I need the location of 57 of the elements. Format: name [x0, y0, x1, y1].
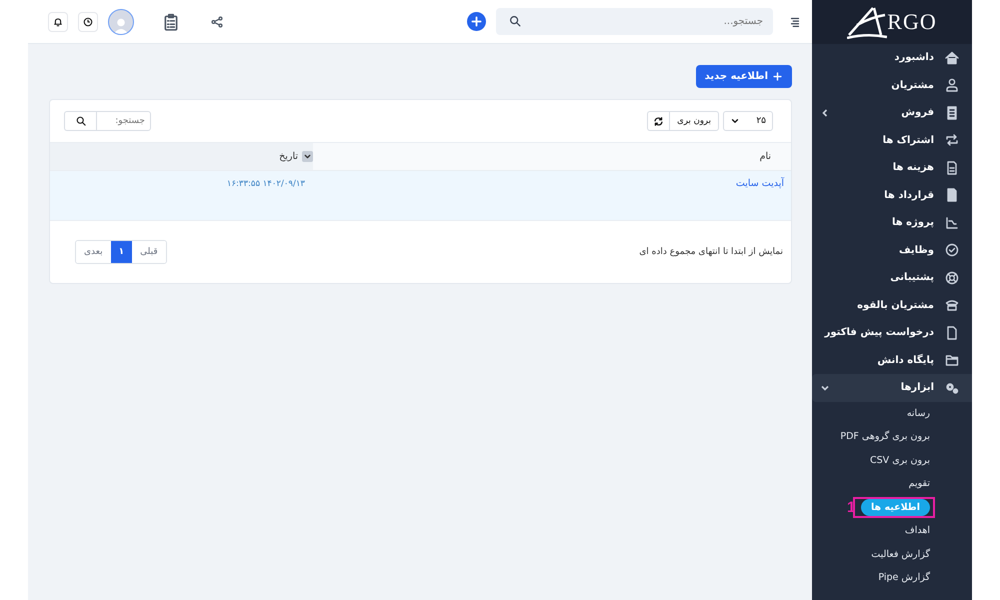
notification-button[interactable]: [48, 12, 68, 32]
sidebar-item[interactable]: وظایف: [812, 236, 972, 264]
date-cell: ۱۴۰۲/۰۹/۱۳ ۱۶:۳۳:۵۵: [50, 170, 313, 220]
sidebar-item[interactable]: قرارداد ها: [812, 182, 972, 209]
sidebar-item[interactable]: پروژه ها: [812, 209, 972, 236]
submenu-item[interactable]: برون بری گروهی PDF: [840, 431, 930, 442]
table-info: نمایش از ابتدا تا انتهای مجموع داده ای: [639, 247, 783, 257]
clipboard-button[interactable]: [162, 12, 180, 30]
announcement-link[interactable]: آپدیت سایت: [736, 178, 784, 189]
refresh-button[interactable]: [647, 111, 670, 131]
sidebar-item[interactable]: فروش: [812, 99, 972, 126]
submenu-item[interactable]: رسانه: [906, 408, 930, 419]
share-button[interactable]: [210, 14, 224, 28]
sidebar-item[interactable]: مشتریان: [812, 72, 972, 99]
sidebar-item[interactable]: پایگاه دانش: [812, 346, 972, 374]
repeat-icon: [944, 132, 960, 148]
plus-icon: [772, 71, 783, 82]
submenu-item[interactable]: تقویم: [908, 478, 930, 490]
check-circle-icon: [944, 242, 960, 258]
lifebuoy-icon: [944, 270, 960, 286]
home-icon: [944, 50, 960, 66]
submenu-item[interactable]: گزارش فعالیت: [871, 548, 930, 560]
page-size-select[interactable]: ۲۵: [723, 111, 773, 131]
plus-icon: [470, 15, 483, 28]
logo-a-swoosh-icon: [847, 5, 888, 39]
bell-icon: [52, 16, 64, 28]
export-button[interactable]: برون بری: [669, 111, 719, 131]
user-icon: [944, 77, 960, 94]
share-icon: [210, 14, 224, 28]
sidebar-item[interactable]: ابزارها: [812, 374, 972, 402]
page-button[interactable]: ۱: [110, 241, 132, 263]
search-icon: [508, 14, 522, 28]
sidebar-item[interactable]: داشبورد: [812, 44, 972, 72]
logo-text: RGO: [887, 9, 937, 35]
submenu-item[interactable]: گزارش Pipe: [878, 572, 930, 584]
column-header[interactable]: نام: [313, 142, 791, 170]
column-header[interactable]: تاریخ: [50, 142, 313, 170]
sidebar-item[interactable]: پشتیبانی: [812, 264, 972, 292]
table-search-field[interactable]: جستجو:: [96, 111, 151, 131]
submenu-item[interactable]: اهداف: [904, 525, 930, 536]
clock-icon: [82, 16, 94, 28]
search-button[interactable]: [64, 111, 96, 131]
sidebar-item[interactable]: هزینه ها: [812, 154, 972, 182]
clipboard-icon: [162, 12, 180, 30]
sidebar-item[interactable]: مشتریان بالقوه: [812, 292, 972, 319]
clock-button[interactable]: [78, 12, 98, 32]
chevron-down-icon: [730, 116, 740, 126]
search-icon: [74, 115, 86, 127]
submenu-item[interactable]: برون بری CSV: [870, 454, 930, 466]
sidebar-item[interactable]: درخواست پیش فاکتور: [812, 319, 972, 346]
search-field[interactable]: جستجو...: [496, 8, 773, 35]
refresh-icon: [653, 116, 664, 126]
add-button[interactable]: [467, 12, 486, 31]
chart-icon: [944, 214, 960, 231]
avatar[interactable]: [108, 8, 134, 34]
sidebar-item[interactable]: اشتراک ها: [812, 126, 972, 154]
new-announcement-button[interactable]: اطلاعیه جدید: [696, 65, 792, 88]
